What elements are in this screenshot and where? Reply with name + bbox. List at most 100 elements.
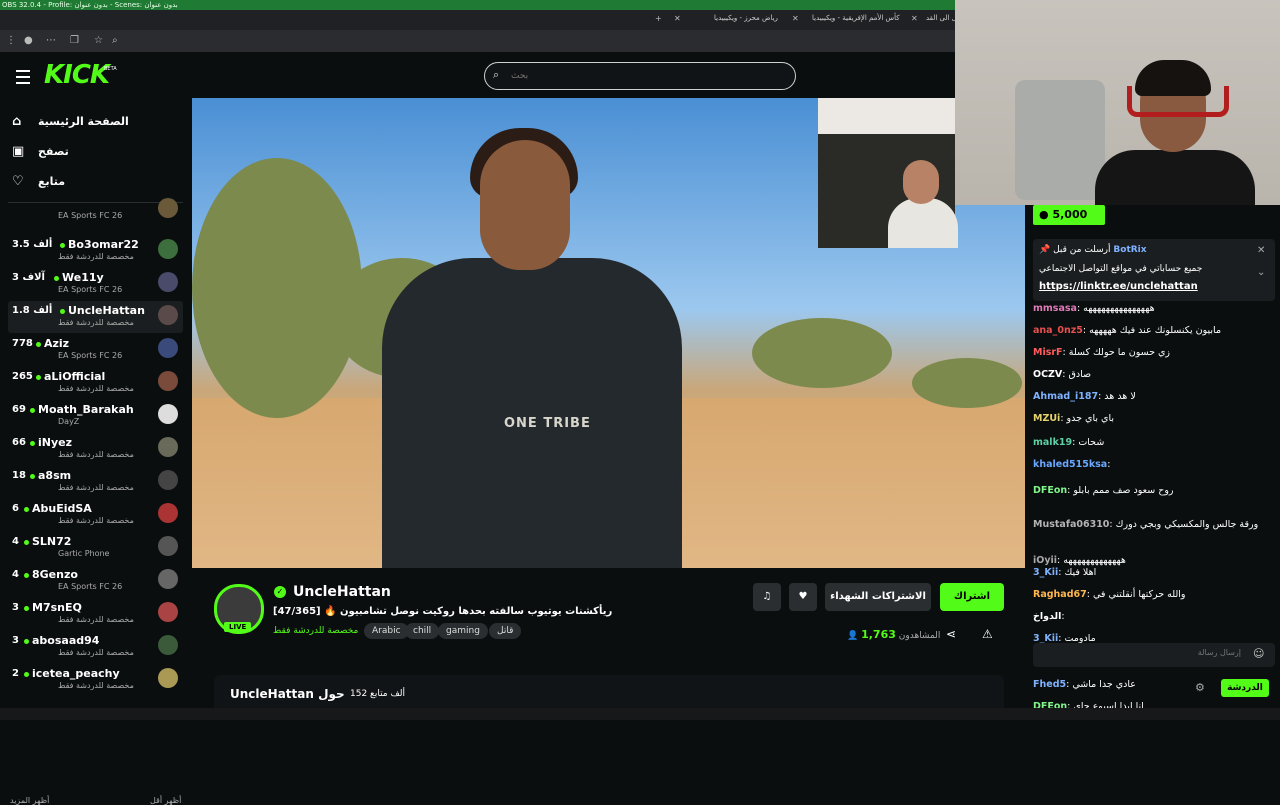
new-tab-icon[interactable]: + xyxy=(655,14,662,23)
show-more-link[interactable]: أظهر المزيد xyxy=(10,796,49,805)
copy-icon[interactable]: ❐ xyxy=(70,35,79,46)
pinned-user[interactable]: BotRix xyxy=(1113,245,1146,255)
chat-username[interactable]: 3_Kii xyxy=(1033,567,1058,578)
menu-dots-icon[interactable]: ⋮ xyxy=(6,35,16,46)
chevron-down-icon[interactable]: ⌄ xyxy=(1257,267,1265,278)
live-dot-icon xyxy=(24,606,29,611)
tag-pill[interactable]: قاتل xyxy=(489,623,522,639)
chat-username[interactable]: khaled515ksa xyxy=(1033,459,1107,470)
nav-following-label: متابع xyxy=(38,175,66,188)
chat-username[interactable]: Raghad67 xyxy=(1033,589,1087,600)
chat-message: MisrF: زي حسون ما حولك كسلة xyxy=(1033,347,1170,358)
sidebar-channel[interactable]: 4 SLN72 Gartic Phone xyxy=(8,532,183,564)
close-icon[interactable]: ✕ xyxy=(674,14,681,23)
chat-username[interactable]: MZUi xyxy=(1033,413,1060,424)
live-dot-icon xyxy=(24,573,29,578)
sidebar-channel[interactable]: 778 Aziz EA Sports FC 26 xyxy=(8,334,183,366)
chat-username[interactable]: DFEon xyxy=(1033,485,1067,496)
kick-logo[interactable]: KICK xyxy=(44,60,110,90)
sidebar-channel[interactable]: 1.8 ألف UncleHattan مخصصة للدردشة فقط xyxy=(8,301,183,333)
settings-icon[interactable]: ⚙ xyxy=(1195,681,1205,694)
sidebar-channel[interactable]: 3 abosaad94 مخصصة للدردشة فقط xyxy=(8,631,183,663)
chat-username[interactable]: Fhed5 xyxy=(1033,679,1066,690)
lens-icon[interactable]: ⌕ xyxy=(112,35,118,46)
browser-tab[interactable]: كأس الأمم الإفريقية - ويكيبيديا xyxy=(812,14,900,22)
unpin-icon[interactable]: ✕ xyxy=(1257,245,1265,256)
sidebar-channel[interactable]: 18 a8sm مخصصة للدردشة فقط xyxy=(8,466,183,498)
sidebar-channel[interactable]: 265 aLiOfficial مخصصة للدردشة فقط xyxy=(8,367,183,399)
chat-username[interactable]: Ahmad_i187 xyxy=(1033,391,1098,402)
emoji-icon[interactable]: ☺ xyxy=(1253,647,1264,660)
sidebar-channel[interactable]: 3.5 ألف Bo3omar22 مخصصة للدردشة فقط xyxy=(8,235,183,267)
share-icon[interactable]: ⋖ xyxy=(946,627,956,641)
streamer-name[interactable]: UncleHattan xyxy=(293,584,391,600)
channel-avatar xyxy=(158,569,178,589)
star-icon[interactable]: ☆ xyxy=(94,35,103,46)
browser-tab[interactable]: رياض محرز - ويكيبيديا xyxy=(714,14,778,22)
sidebar-channel[interactable]: 6 AbuEidSA مخصصة للدردشة فقط xyxy=(8,499,183,531)
viewer-label: المشاهدون xyxy=(898,631,941,641)
chat-username[interactable]: OCZV xyxy=(1033,369,1062,380)
video-bush xyxy=(752,318,892,388)
channel-category: مخصصة للدردشة فقط xyxy=(58,450,134,459)
sidebar-channel[interactable]: 66 iNyez مخصصة للدردشة فقط xyxy=(8,433,183,465)
channel-viewer-count: 3 آلاف xyxy=(12,272,45,283)
chat-message: khaled515ksa: xyxy=(1033,459,1110,470)
close-icon[interactable]: ✕ xyxy=(792,14,799,23)
video-bush xyxy=(912,358,1022,408)
stream-category[interactable]: مخصصة للدردشة فقط xyxy=(273,626,358,636)
browser-tab-strip: + ✕ رياض محرز - ويكيبيديا ✕ كأس الأمم ال… xyxy=(0,10,972,30)
sidebar-channel[interactable]: EA Sports FC 26 xyxy=(8,194,183,226)
sidebar-channel[interactable]: 3 آلاف We11y EA Sports FC 26 xyxy=(8,268,183,300)
sidebar-channel[interactable]: 2 icetea_peachy مخصصة للدردشة فقط xyxy=(8,664,183,696)
grid-icon[interactable]: ⋯ xyxy=(46,35,56,46)
video-person-shirt xyxy=(382,258,682,568)
gift-subs-button[interactable]: الاشتراكات الشهداء xyxy=(825,583,931,611)
tag-pill[interactable]: chill xyxy=(405,623,440,639)
chat-username[interactable]: Mustafa06310 xyxy=(1033,519,1109,530)
stream-title: ريأكشنات يوتيوب سالفته بحدها روكيت نوصل … xyxy=(273,606,613,617)
tag-pill[interactable]: Arabic xyxy=(364,623,409,639)
chat-send-button[interactable]: الدردشة xyxy=(1221,679,1269,697)
show-less-link[interactable]: أظهر أقل xyxy=(150,796,181,805)
channel-viewer-count: 3 xyxy=(12,635,19,646)
channel-viewer-count: 4 xyxy=(12,569,19,580)
webcam-chair xyxy=(1015,80,1105,200)
chat-username[interactable]: iOyii xyxy=(1033,555,1057,566)
subscribe-button[interactable]: اشتراك xyxy=(940,583,1004,611)
tag-pill[interactable]: gaming xyxy=(438,623,488,639)
close-icon[interactable]: ✕ xyxy=(911,14,918,23)
channel-name: Bo3omar22 xyxy=(68,238,139,251)
chat-username[interactable]: الدواخ xyxy=(1033,611,1061,622)
overlay-person-face xyxy=(903,160,939,204)
bell-button[interactable]: ♫ xyxy=(753,583,781,611)
sidebar-channel[interactable]: 3 M7snEQ مخصصة للدردشة فقط xyxy=(8,598,183,630)
channel-name: M7snEQ xyxy=(32,601,82,614)
obs-title-bar: OBS 32.0.4 - Profile: بدون عنوان - Scene… xyxy=(0,0,957,10)
channel-avatar xyxy=(158,635,178,655)
chat-username[interactable]: mmsasa xyxy=(1033,303,1077,314)
webcam-feed xyxy=(955,0,1280,205)
chat-username[interactable]: malk19 xyxy=(1033,437,1072,448)
channel-name: AbuEidSA xyxy=(32,502,92,515)
pinned-link[interactable]: https://linktr.ee/unclehattan xyxy=(1039,281,1198,292)
report-icon[interactable]: ⚠ xyxy=(982,627,993,641)
menu-icon[interactable] xyxy=(16,70,30,84)
sidebar-channel[interactable]: 69 Moath_Barakah DayZ xyxy=(8,400,183,432)
follow-button[interactable]: ♥ xyxy=(789,583,817,611)
channel-avatar xyxy=(158,668,178,688)
stream-info: LIVE ✓ UncleHattan ريأكشنات يوتيوب سالفت… xyxy=(192,568,1025,720)
goal-icon: ● xyxy=(1039,208,1049,221)
search-input[interactable] xyxy=(509,67,773,85)
channel-avatar xyxy=(158,404,178,424)
chat-input[interactable] xyxy=(1039,647,1243,658)
profile-icon[interactable]: ● xyxy=(24,35,33,46)
sidebar-channel[interactable]: 4 8Genzo EA Sports FC 26 xyxy=(8,565,183,597)
chat-input-box[interactable]: ☺ xyxy=(1033,643,1275,667)
pinned-header: 📌 أرسلت من قبل BotRix xyxy=(1039,245,1147,255)
chat-username[interactable]: MisrF xyxy=(1033,347,1063,358)
channel-viewer-count: 6 xyxy=(12,503,19,514)
chat-username[interactable]: ana_0nz5 xyxy=(1033,325,1083,336)
channel-viewer-count: 778 xyxy=(12,338,33,349)
search-box[interactable]: ⌕ xyxy=(484,62,796,90)
